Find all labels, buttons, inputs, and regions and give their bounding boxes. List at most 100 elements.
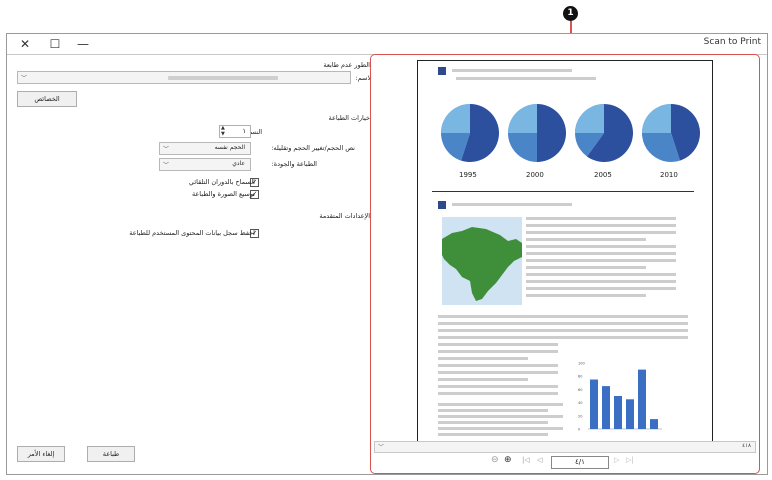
y-tick-label: 100 xyxy=(578,362,585,366)
blurred-text xyxy=(526,217,676,220)
pie-slice xyxy=(537,104,566,162)
year-label: 2005 xyxy=(594,171,612,179)
auto-rotate-label: السماح بالدوران التلقائي xyxy=(188,178,255,186)
advanced-header: الإعدادات المتقدمة xyxy=(319,212,370,220)
pie-slice xyxy=(441,104,470,133)
pie-slice xyxy=(642,104,671,133)
close-button[interactable]: ✕ xyxy=(15,36,35,52)
chevron-down-icon[interactable]: ﹀ xyxy=(378,442,384,451)
blurred-text xyxy=(526,266,646,269)
y-tick-label: 0 xyxy=(578,428,580,432)
print-button[interactable]: طباعة xyxy=(87,446,135,462)
year-label: 1995 xyxy=(459,171,477,179)
pie-slice xyxy=(508,104,537,133)
blurred-text xyxy=(438,322,688,325)
blurred-text xyxy=(438,350,558,353)
prev-page-icon[interactable]: ◁ xyxy=(537,456,542,464)
blurred-text xyxy=(438,371,558,374)
printer-section-header: الطور عدم طابعة xyxy=(323,61,370,69)
blurred-text xyxy=(526,280,676,283)
year-label: 2000 xyxy=(526,171,544,179)
blurred-text xyxy=(438,378,528,381)
heading-marker xyxy=(438,67,446,75)
blurred-text xyxy=(526,238,646,241)
blurred-text xyxy=(438,421,548,424)
preview-page: 1995 2000 2005 2010 0 20 40 60 80 100 xyxy=(417,60,713,442)
blurred-text xyxy=(438,433,548,436)
blurred-text xyxy=(438,385,558,388)
properties-button[interactable]: الخصائص xyxy=(17,91,77,107)
title-bar: ✕ ☐ — Scan to Print xyxy=(7,34,767,55)
blurred-text xyxy=(438,427,563,430)
blurred-text xyxy=(526,294,646,297)
blurred-text xyxy=(438,343,558,346)
blurred-text xyxy=(438,336,688,339)
blurred-text xyxy=(438,357,528,360)
y-tick-label: 60 xyxy=(578,388,582,392)
last-page-icon[interactable]: ▷| xyxy=(626,456,634,464)
blurred-text xyxy=(438,403,563,406)
bar xyxy=(638,369,646,429)
quality-select[interactable]: ﹀ عادي xyxy=(159,158,251,171)
chevron-down-icon: ﹀ xyxy=(163,146,170,153)
bar xyxy=(602,386,610,429)
y-tick-label: 20 xyxy=(578,414,582,418)
blurred-text xyxy=(438,315,688,318)
bar xyxy=(590,379,598,429)
blurred-text xyxy=(452,203,572,206)
next-page-icon[interactable]: ▷ xyxy=(614,456,619,464)
first-page-icon[interactable]: |◁ xyxy=(522,456,530,464)
minimize-button[interactable]: — xyxy=(73,36,93,52)
blurred-text xyxy=(452,69,572,72)
copies-stepper[interactable]: ▲ ▼ ١ xyxy=(219,125,251,138)
blurred-text xyxy=(526,252,676,255)
blurred-text xyxy=(526,273,676,276)
print-options-header: خيارات الطباعة xyxy=(328,114,370,122)
bar xyxy=(650,419,658,429)
blurred-text xyxy=(526,224,676,227)
callout-marker: 1 xyxy=(563,6,578,21)
quality-label: الطباعة والجودة: xyxy=(271,160,317,168)
blurred-text xyxy=(526,287,676,290)
year-label: 2010 xyxy=(660,171,678,179)
zoom-in-icon[interactable]: ⊕ xyxy=(504,455,512,465)
save-history-label: احفظ سجل بيانات المحتوى المستخدم للطباعة xyxy=(129,229,255,237)
chevron-down-icon: ﹀ xyxy=(163,162,170,169)
world-map-image xyxy=(442,217,522,305)
heading-marker xyxy=(438,201,446,209)
divider xyxy=(432,191,694,192)
blurred-text xyxy=(456,77,596,80)
horizontal-scrollbar[interactable]: ﹀ ٤١٨ xyxy=(374,441,756,453)
bar-chart: 0 20 40 60 80 100 xyxy=(578,362,662,432)
blurred-text xyxy=(438,415,563,418)
blurred-text xyxy=(438,409,548,412)
bar xyxy=(614,396,622,429)
blurred-text xyxy=(438,392,558,395)
copies-value: ١ xyxy=(242,127,247,135)
zoom-out-icon[interactable]: ⊖ xyxy=(491,455,499,465)
bar xyxy=(626,399,634,429)
blurred-text xyxy=(526,231,676,234)
printer-name-blur xyxy=(168,76,278,80)
maximize-button[interactable]: ☐ xyxy=(45,36,65,52)
preview-panel: 1995 2000 2005 2010 0 20 40 60 80 100 ﹀ ٤١٨ ⊖… xyxy=(370,54,760,474)
size-value: الحجم نفسه xyxy=(214,144,245,151)
zoom-value: ٤١٨ xyxy=(742,443,751,449)
pie-charts xyxy=(441,104,700,162)
page-number-field[interactable]: ٤/١ xyxy=(551,456,609,469)
callout-number: 1 xyxy=(567,8,574,18)
pie-slice xyxy=(575,104,604,133)
chevron-down-icon: ﹀ xyxy=(21,75,28,82)
blurred-text xyxy=(438,364,558,367)
y-tick-label: 80 xyxy=(578,375,582,379)
size-select[interactable]: ﹀ الحجم نفسه xyxy=(159,142,251,155)
printer-select[interactable]: ﹀ xyxy=(17,71,351,84)
cancel-button[interactable]: إلغاء الأمر xyxy=(17,446,65,462)
page-indicator: ٤/١ xyxy=(575,458,585,466)
expand-label: توسيع الصورة والطباعة xyxy=(191,190,255,198)
blurred-text xyxy=(438,329,688,332)
blurred-text xyxy=(526,259,676,262)
stepper-down-icon[interactable]: ▼ xyxy=(221,131,225,137)
window-title: Scan to Print xyxy=(703,37,761,47)
y-tick-label: 40 xyxy=(578,401,582,405)
